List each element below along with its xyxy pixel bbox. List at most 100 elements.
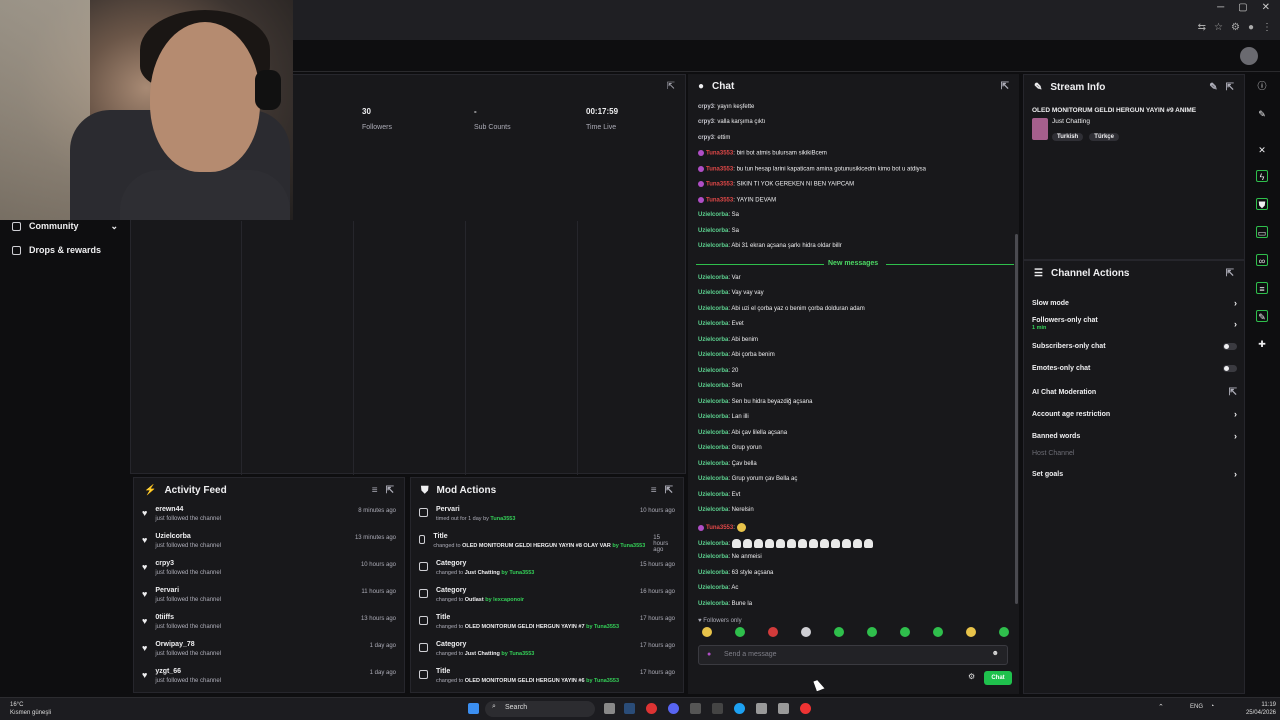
- user-avatar[interactable]: [1240, 47, 1258, 65]
- chat-username[interactable]: Uzielcorba: [698, 321, 728, 327]
- close-icon[interactable]: ✕: [1262, 2, 1270, 13]
- emote-icon[interactable]: [900, 627, 910, 637]
- chat-username[interactable]: Uzielcorba: [698, 290, 728, 296]
- chat-username[interactable]: Uzielcorba: [698, 275, 728, 281]
- activity-item[interactable]: ♥ yzgt_66 just followed the channel 1 da…: [134, 664, 404, 691]
- pencil-icon[interactable]: ✎: [1256, 108, 1268, 120]
- list-icon[interactable]: ≡: [1256, 282, 1268, 294]
- emote-icon[interactable]: [834, 627, 844, 637]
- discord-icon[interactable]: [668, 703, 679, 714]
- app-red-icon[interactable]: [646, 703, 657, 714]
- chat-message[interactable]: Uzielcorba: Lan illi: [698, 414, 749, 420]
- account-age-row[interactable]: Account age restriction ›: [1032, 409, 1237, 419]
- chat-username[interactable]: Uzielcorba: [698, 243, 728, 249]
- emotes-only-row[interactable]: Emotes-only chat: [1032, 365, 1237, 372]
- maximize-icon[interactable]: ▢: [1238, 2, 1247, 13]
- popout-icon[interactable]: ⇱: [386, 485, 394, 496]
- chat-message[interactable]: Uzielcorba: Evt: [698, 492, 740, 498]
- emote-icon[interactable]: [933, 627, 943, 637]
- chat-username[interactable]: Tuna3553: [706, 525, 733, 531]
- chat-username[interactable]: Uzielcorba: [698, 414, 728, 420]
- file-explorer-icon[interactable]: [756, 703, 767, 714]
- emote-icon[interactable]: [966, 627, 976, 637]
- steam-icon[interactable]: [624, 703, 635, 714]
- chat-message[interactable]: Uzielcorba: Çav bella: [698, 461, 757, 467]
- popout-icon[interactable]: ⇱: [1226, 268, 1234, 279]
- activity-item[interactable]: ♥ erewn44 just followed the channel 8 mi…: [134, 502, 404, 529]
- emote-icon[interactable]: [768, 627, 778, 637]
- mod-action-item[interactable]: Title changed to OLED MONITORUM GELDI HE…: [411, 664, 683, 691]
- mod-action-item[interactable]: Title changed to OLED MONITORUM GELDI HE…: [411, 529, 683, 556]
- chat-message[interactable]: Tuna3553: YAYIN DEVAM: [698, 197, 776, 204]
- chat-message[interactable]: Uzielcorba: Grup yorum çav Bella aç: [698, 476, 797, 482]
- popout-icon[interactable]: ⇱: [665, 485, 673, 496]
- emote-icon[interactable]: [702, 627, 712, 637]
- activity-item[interactable]: ♥ Uzielcorba just followed the channel 1…: [134, 529, 404, 556]
- chat-username[interactable]: Uzielcorba: [698, 337, 728, 343]
- bolt-icon[interactable]: ϟ: [1256, 170, 1268, 182]
- chat-username[interactable]: Uzielcorba: [698, 492, 728, 498]
- chat-username[interactable]: Uzielcorba: [698, 476, 728, 482]
- weather-widget[interactable]: 16°C Kısmen güneşli: [10, 701, 51, 717]
- chat-username[interactable]: Tuna3553: [706, 198, 733, 204]
- banned-words-row[interactable]: Banned words ›: [1032, 431, 1237, 441]
- emote-icon[interactable]: [735, 627, 745, 637]
- chat-message[interactable]: crpy3: yayın keşfette: [698, 104, 754, 110]
- minimize-icon[interactable]: ─: [1217, 2, 1224, 13]
- tag-turkish[interactable]: Turkish: [1052, 133, 1084, 141]
- info-icon[interactable]: ⓘ: [1256, 80, 1268, 92]
- chat-message[interactable]: Uzielcorba: Abi çorba benim: [698, 352, 775, 358]
- emote-icon[interactable]: [801, 627, 811, 637]
- emote-picker-icon[interactable]: ☻: [992, 650, 999, 657]
- chat-username[interactable]: Uzielcorba: [698, 306, 728, 312]
- tag-turkce[interactable]: Türkçe: [1089, 133, 1119, 141]
- mod-action-item[interactable]: Category changed to Just Chatting by Tun…: [411, 556, 683, 583]
- slow-mode-row[interactable]: Slow mode ›: [1032, 298, 1237, 308]
- app-icon[interactable]: [778, 703, 789, 714]
- edit-icon[interactable]: ✎: [1209, 82, 1217, 93]
- menu-icon[interactable]: ⋮: [1262, 22, 1272, 33]
- chat-message[interactable]: Uzielcorba:: [698, 539, 874, 548]
- taskbar-search[interactable]: ⌕ Search: [485, 701, 595, 717]
- set-goals-row[interactable]: Set goals ›: [1032, 469, 1237, 479]
- chat-message[interactable]: Tuna3553: bu tun hesap larini kapaticam …: [698, 166, 926, 173]
- wifi-icon[interactable]: ◔: [1210, 703, 1214, 710]
- chat-message[interactable]: Uzielcorba: Sen bu hidra beyazdiğ açsana: [698, 399, 812, 405]
- chat-username[interactable]: crpy3: [698, 135, 714, 141]
- chat-username[interactable]: Uzielcorba: [698, 212, 728, 218]
- chat-username[interactable]: Uzielcorba: [698, 352, 728, 358]
- chat-send-button[interactable]: Chat: [984, 671, 1012, 685]
- game-app-icon[interactable]: [690, 703, 701, 714]
- chat-message[interactable]: Uzielcorba: Nerelsin: [698, 507, 754, 513]
- chat-username[interactable]: Uzielcorba: [698, 570, 728, 576]
- wrench-icon[interactable]: ✎: [1256, 310, 1268, 322]
- popout-icon[interactable]: ⇱: [1226, 82, 1234, 93]
- emote-icon[interactable]: [999, 627, 1009, 637]
- chat-message[interactable]: Uzielcorba: Grup yorun: [698, 445, 762, 451]
- chat-username[interactable]: crpy3: [698, 104, 714, 110]
- profile-icon[interactable]: ●: [1248, 22, 1254, 33]
- new-messages-divider[interactable]: New messages: [696, 260, 1014, 270]
- chat-username[interactable]: Uzielcorba: [698, 585, 728, 591]
- chat-message[interactable]: Uzielcorba: Sa: [698, 228, 739, 234]
- chat-username[interactable]: Uzielcorba: [698, 430, 728, 436]
- nav-drops-rewards[interactable]: Drops & rewards: [0, 238, 130, 262]
- chat-username[interactable]: Uzielcorba: [698, 601, 728, 607]
- subscribers-only-row[interactable]: Subscribers-only chat: [1032, 343, 1237, 350]
- chat-message[interactable]: Tuna3553:: [698, 523, 746, 532]
- followers-only-row[interactable]: Followers-only chat 1 min ›: [1032, 317, 1237, 331]
- mod-action-item[interactable]: Title changed to OLED MONITORUM GELDI HE…: [411, 610, 683, 637]
- chat-message[interactable]: Tuna3553: biri bot atmis bulursam sikiki…: [698, 150, 827, 157]
- chat-message[interactable]: Uzielcorba: Evet: [698, 321, 744, 327]
- chat-message[interactable]: Tuna3553: SIKIN TI YOK GEREKEN NI BEN YA…: [698, 181, 854, 188]
- activity-item[interactable]: ♥ Pervari just followed the channel 11 h…: [134, 583, 404, 610]
- mod-action-item[interactable]: Category changed to Just Chatting by Tun…: [411, 637, 683, 664]
- activity-item[interactable]: ♥ 0tiiffs just followed the channel 13 h…: [134, 610, 404, 637]
- chat-message[interactable]: Uzielcorba: Bune la: [698, 601, 752, 607]
- chat-message[interactable]: Uzielcorba: Ne anmeisi: [698, 554, 762, 560]
- chat-username[interactable]: Uzielcorba: [698, 461, 728, 467]
- chat-username[interactable]: Tuna3553: [706, 151, 733, 157]
- stream-category[interactable]: Just Chatting: [1052, 118, 1122, 125]
- extensions-icon[interactable]: ⚙: [1231, 22, 1240, 33]
- settings-gear-icon[interactable]: ⚙: [968, 672, 975, 681]
